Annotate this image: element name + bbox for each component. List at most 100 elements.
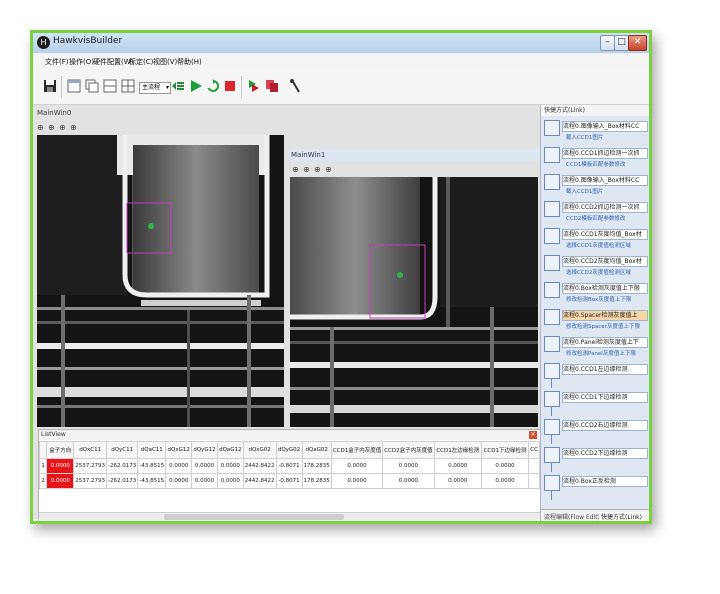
window-layout-icon[interactable] bbox=[67, 79, 81, 93]
flow-step-label[interactable]: 流程0.Box正反检测 bbox=[562, 476, 648, 487]
flow-step-link[interactable]: 修改检测Panel灰度值上下限 bbox=[566, 349, 636, 357]
copy-icon[interactable] bbox=[265, 79, 279, 93]
zoom-fit-icon[interactable]: ⊕ bbox=[292, 165, 301, 174]
table-cell[interactable]: 0.0000 bbox=[165, 473, 193, 489]
column-header[interactable]: CCD1下边缘检测 bbox=[480, 441, 530, 459]
cascade-icon[interactable] bbox=[85, 79, 99, 93]
table-cell[interactable]: 2442.8422 bbox=[242, 458, 277, 474]
stop-icon[interactable] bbox=[223, 79, 237, 93]
flow-step-label[interactable]: 流程0.图像输入_Box材料CC bbox=[562, 175, 648, 186]
flow-step-label[interactable]: 流程0.CCD2右边缘检测 bbox=[562, 420, 648, 431]
camera-view-right[interactable] bbox=[290, 177, 538, 427]
column-header[interactable]: dQyG02 bbox=[275, 441, 303, 459]
table-cell[interactable]: 0.0000 bbox=[433, 458, 482, 474]
flow-step-link[interactable]: CCD1模板匹配参数修改 bbox=[566, 160, 625, 168]
table-cell[interactable]: 0.0000 bbox=[191, 473, 218, 489]
column-header[interactable]: dQyC11 bbox=[106, 441, 139, 459]
table-cell-highlight[interactable]: 0.0000 bbox=[46, 473, 75, 489]
camera-view-left[interactable] bbox=[37, 135, 284, 427]
flow-step[interactable]: 流程0.CCD2抓边检测一次抓 CCD2模板匹配参数修改 bbox=[544, 201, 648, 227]
tile-icon[interactable] bbox=[103, 79, 117, 93]
tool-icon[interactable] bbox=[289, 79, 303, 93]
flow-step-link[interactable]: 选择CCD2灰度值检测区域 bbox=[566, 268, 631, 276]
column-header[interactable]: CC bbox=[528, 441, 540, 459]
zoom-reset-icon[interactable]: ⊕ bbox=[325, 165, 334, 174]
flow-step[interactable]: 流程0.图像输入_Box材料CC 载入CCD1图片 bbox=[544, 120, 648, 146]
table-cell[interactable]: 0.0000 bbox=[165, 458, 193, 474]
table-cell[interactable]: 2537.2793 bbox=[73, 458, 108, 474]
column-header[interactable]: 盒子方向 bbox=[46, 441, 75, 459]
flow-step-label[interactable]: 流程0.CCD2灰度均值_Box材 bbox=[562, 256, 648, 267]
table-cell[interactable]: 2537.2793 bbox=[73, 473, 108, 489]
flow-step-label[interactable]: 流程0.CCD1下边缘检测 bbox=[562, 392, 648, 403]
close-button[interactable]: ✕ bbox=[628, 35, 647, 51]
table-cell[interactable]: -262.0173 bbox=[106, 458, 139, 474]
grid-icon[interactable] bbox=[121, 79, 135, 93]
table-cell[interactable]: -0.8071 bbox=[275, 458, 303, 474]
table-cell[interactable]: -262.0173 bbox=[106, 473, 139, 489]
flow-step[interactable]: 流程0.CCD1下边缘检测 bbox=[544, 391, 648, 417]
table-cell[interactable] bbox=[528, 458, 540, 474]
column-header[interactable]: dQxC11 bbox=[73, 441, 108, 459]
flow-step[interactable]: 流程0.Box检测灰度值上下限 修改检测Box灰度值上下限 bbox=[544, 282, 648, 308]
menu-hardware-config[interactable]: 硬件配置(W) bbox=[93, 57, 133, 67]
zoom-in-icon[interactable]: ⊕ bbox=[48, 123, 57, 132]
column-header[interactable]: dQyG12 bbox=[191, 441, 218, 459]
tab-flow-edit[interactable]: 流程编辑(Flow Edit) bbox=[544, 512, 600, 521]
table-cell-highlight[interactable]: 0.0000 bbox=[46, 458, 75, 474]
horizontal-scrollbar[interactable] bbox=[39, 512, 540, 521]
column-header[interactable]: dQxG12 bbox=[165, 441, 193, 459]
zoom-reset-icon[interactable]: ⊕ bbox=[70, 123, 79, 132]
menu-operation[interactable]: 操作(O) bbox=[69, 57, 94, 67]
table-cell[interactable]: 0.0000 bbox=[216, 458, 244, 474]
table-row[interactable]: 1 0.0000 2537.2793 -262.0173 -43.8515 0.… bbox=[38, 458, 540, 474]
table-cell[interactable]: 0.0000 bbox=[382, 458, 435, 474]
table-cell[interactable]: 0.0000 bbox=[433, 473, 482, 489]
menu-view[interactable]: 视图(V) bbox=[153, 57, 177, 67]
flow-step[interactable]: 流程0.CCD1左边缘检测 bbox=[544, 363, 648, 389]
zoom-in-icon[interactable]: ⊕ bbox=[303, 165, 312, 174]
maximize-button[interactable]: □ bbox=[614, 35, 629, 51]
table-cell[interactable]: 0.0000 bbox=[480, 473, 530, 489]
table-cell[interactable]: 0.0000 bbox=[382, 473, 435, 489]
table-cell[interactable]: 2442.8422 bbox=[242, 473, 277, 489]
flow-step-link[interactable]: CCD2模板匹配参数修改 bbox=[566, 214, 625, 222]
close-icon[interactable]: ✕ bbox=[529, 431, 537, 439]
flow-step-label[interactable]: 流程0.Box检测灰度值上下限 bbox=[562, 283, 648, 294]
column-header[interactable]: dQaG02 bbox=[301, 441, 332, 459]
zoom-out-icon[interactable]: ⊕ bbox=[314, 165, 323, 174]
tab-link[interactable]: 快捷方式(Link) bbox=[599, 512, 644, 521]
flow-step[interactable]: 流程0.CCD1抓边检测一次抓 CCD1模板匹配参数修改 bbox=[544, 147, 648, 173]
menu-file[interactable]: 文件(F) bbox=[45, 57, 69, 67]
flow-select[interactable]: 主流程 ▾ bbox=[139, 82, 171, 94]
table-cell[interactable]: 178.2835 bbox=[301, 473, 332, 489]
scrollbar-thumb[interactable] bbox=[164, 514, 344, 520]
table-cell[interactable]: 0.0000 bbox=[480, 458, 530, 474]
column-header[interactable]: CCD1盒子内灰度值 bbox=[330, 441, 384, 459]
column-header[interactable]: dQaC11 bbox=[137, 441, 167, 459]
flow-step-label[interactable]: 流程0.CCD2下边缘检测 bbox=[562, 448, 648, 459]
flow-step[interactable]: 流程0.CCD2下边缘检测 bbox=[544, 447, 648, 473]
flow-step-label[interactable]: 流程0.图像输入_Box材料CC bbox=[562, 121, 648, 132]
menu-calibration[interactable]: 标定(C) bbox=[129, 57, 153, 67]
table-cell[interactable]: -43.8515 bbox=[137, 473, 167, 489]
flow-step-link[interactable]: 选择CCD1灰度值检测区域 bbox=[566, 241, 631, 249]
flow-step-link[interactable]: 载入CCD1图片 bbox=[566, 133, 603, 141]
save-icon[interactable] bbox=[43, 79, 57, 93]
column-header[interactable]: dQaG12 bbox=[216, 441, 244, 459]
table-cell[interactable]: 178.2835 bbox=[301, 458, 332, 474]
table-cell[interactable]: 0.0000 bbox=[191, 458, 218, 474]
step-forward-icon[interactable] bbox=[247, 79, 261, 93]
loop-icon[interactable] bbox=[206, 79, 220, 93]
table-cell[interactable]: 0.0000 bbox=[330, 473, 384, 489]
flow-step[interactable]: 流程0.CCD1灰度均值_Box材 选择CCD1灰度值检测区域 bbox=[544, 228, 648, 254]
table-cell[interactable]: 0.0000 bbox=[216, 473, 244, 489]
title-bar[interactable]: H HawkvisBuilder – □ ✕ bbox=[33, 33, 649, 53]
flow-step-label[interactable]: 流程0.CCD1左边缘检测 bbox=[562, 364, 648, 375]
table-cell[interactable]: -43.8515 bbox=[137, 458, 167, 474]
flow-step[interactable]: 流程0.图像输入_Box材料CC 载入CCD1图片 bbox=[544, 174, 648, 200]
flow-step-label[interactable]: 流程0.CCD1抓边检测一次抓 bbox=[562, 148, 648, 159]
flow-step-link[interactable]: 载入CCD1图片 bbox=[566, 187, 603, 195]
flow-step-link[interactable]: 修改检测Box灰度值上下限 bbox=[566, 295, 631, 303]
flow-step-label[interactable]: 流程0.CCD1灰度均值_Box材 bbox=[562, 229, 648, 240]
